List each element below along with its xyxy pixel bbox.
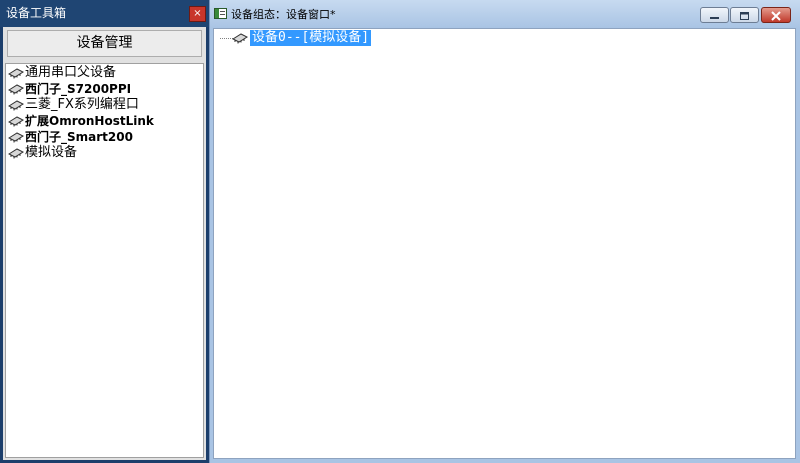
- device-item-siemens-smart200[interactable]: 西门子_Smart200: [8, 129, 133, 145]
- device-item-omron-hostlink[interactable]: 扩展OmronHostLink: [8, 113, 154, 129]
- device-window-titlebar[interactable]: 设备组态：设备窗口*: [210, 0, 800, 28]
- close-icon: [771, 11, 781, 21]
- close-button[interactable]: [761, 7, 791, 23]
- device-item-mitsubishi-fx[interactable]: 三菱_FX系列编程口: [8, 97, 139, 113]
- chip-icon: [8, 148, 24, 159]
- toolbox-close-button[interactable]: ×: [189, 6, 206, 22]
- chip-icon: [8, 68, 24, 79]
- chip-icon: [8, 132, 24, 143]
- maximize-button[interactable]: [730, 7, 759, 23]
- device-item-siemens-s7200ppi[interactable]: 西门子_S7200PPI: [8, 81, 131, 97]
- toolbox-body: 设备管理 通用串口父设备 西门子_S7200PPI 三菱_FX系列编程口 扩展O…: [3, 27, 206, 460]
- device-item-label: 模拟设备: [25, 145, 78, 160]
- minimize-button[interactable]: [700, 7, 729, 23]
- device-item-label: 三菱_FX系列编程口: [25, 97, 139, 112]
- device-item-label: 扩展OmronHostLink: [25, 114, 154, 128]
- chip-icon: [8, 84, 24, 95]
- toolbox-title: 设备工具箱: [6, 6, 67, 20]
- device-window-canvas[interactable]: 设备0--[模拟设备]: [213, 28, 796, 459]
- chip-icon: [8, 116, 24, 127]
- maximize-icon: [740, 12, 749, 20]
- tree-node-device0[interactable]: 设备0--[模拟设备]: [250, 30, 372, 46]
- toolbox-titlebar[interactable]: 设备工具箱 ×: [0, 0, 209, 27]
- device-item-serial-parent[interactable]: 通用串口父设备: [8, 65, 116, 81]
- device-toolbox-window: 设备工具箱 × 设备管理 通用串口父设备 西门子_S7200PPI 三菱_FX系…: [0, 0, 209, 463]
- window-app-icon: [214, 8, 227, 19]
- device-window-title: 设备组态：设备窗口*: [231, 8, 336, 21]
- device-item-simulated[interactable]: 模拟设备: [8, 145, 77, 161]
- device-config-window: 设备组态：设备窗口* 设备0--[模拟设备]: [209, 0, 800, 463]
- chip-icon: [8, 100, 24, 111]
- device-item-label: 西门子_Smart200: [25, 130, 133, 144]
- minimize-icon: [710, 17, 719, 19]
- device-list[interactable]: 通用串口父设备 西门子_S7200PPI 三菱_FX系列编程口 扩展OmronH…: [5, 63, 204, 458]
- device-manage-button[interactable]: 设备管理: [7, 30, 202, 57]
- close-icon: ×: [193, 8, 202, 19]
- device-item-label: 西门子_S7200PPI: [25, 82, 132, 96]
- chip-icon: [232, 33, 248, 44]
- device-item-label: 通用串口父设备: [25, 65, 117, 80]
